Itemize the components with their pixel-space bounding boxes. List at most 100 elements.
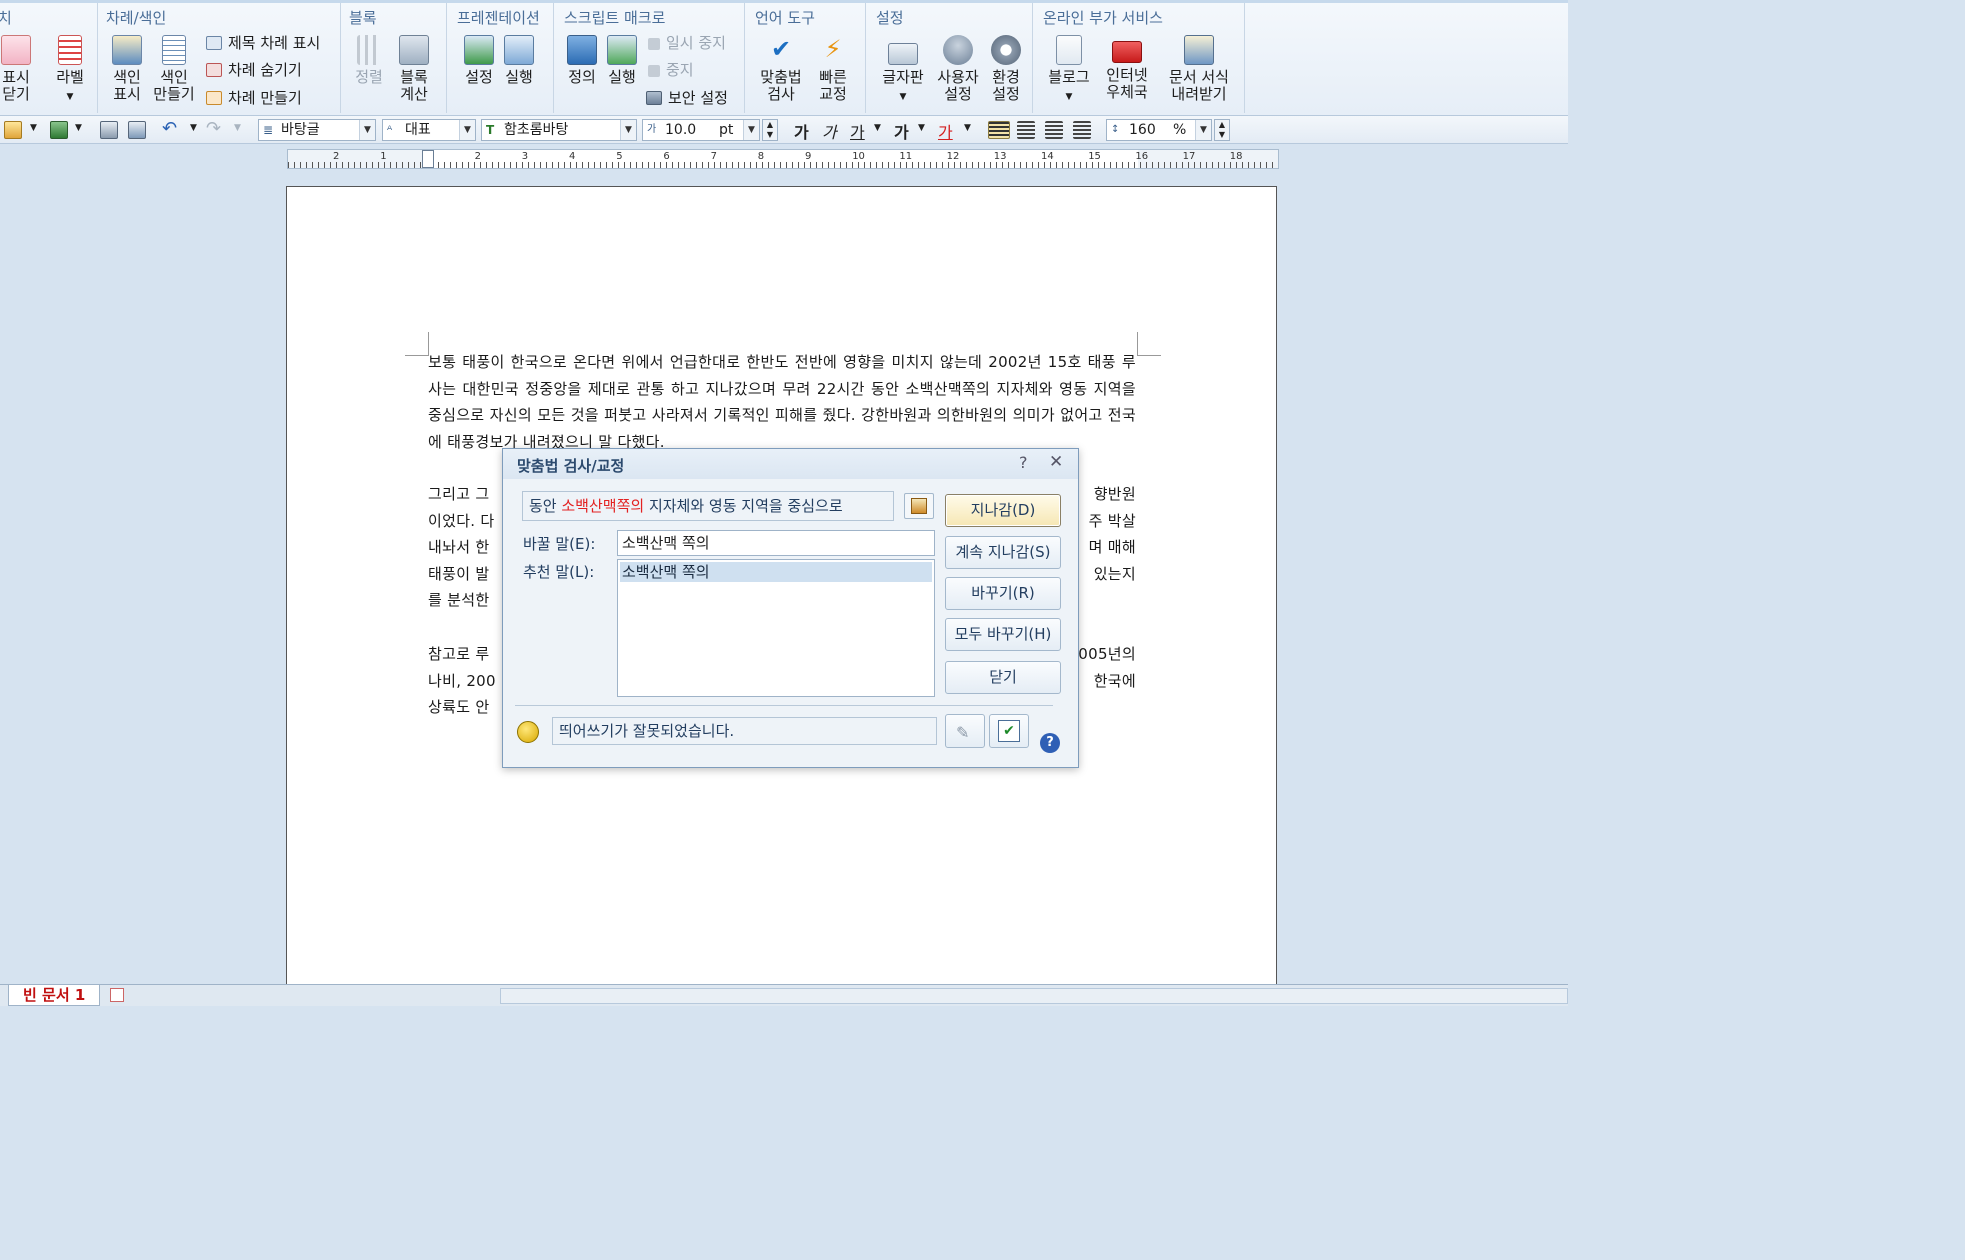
new-tab-button[interactable]: [100, 987, 134, 1004]
truetype-icon: T: [486, 123, 495, 137]
suggestion-list[interactable]: 소백산맥 쪽의: [617, 559, 935, 697]
print-icon[interactable]: [100, 121, 118, 139]
chevron-down-icon[interactable]: ▼: [620, 120, 636, 140]
chevron-down-icon[interactable]: ▼: [30, 123, 37, 133]
toc-make-icon: [206, 91, 222, 105]
strikethrough-button[interactable]: 가: [894, 119, 909, 143]
toc-hide-button[interactable]: 차례 숨기기: [206, 61, 302, 79]
ruler-ticks: [288, 162, 1278, 168]
align-left-icon[interactable]: [1017, 121, 1035, 139]
macro-stop-button[interactable]: 중지: [648, 61, 694, 79]
quick-correct-button[interactable]: ⚡ 빠른 교정: [809, 35, 857, 103]
save-icon[interactable]: [50, 121, 68, 139]
label-line1: 라벨: [56, 68, 84, 86]
toc-make-button[interactable]: 차례 만들기: [206, 89, 302, 107]
italic-button[interactable]: 가: [822, 119, 837, 143]
chevron-down-icon[interactable]: ▼: [75, 123, 82, 133]
index-make-icon: [162, 35, 186, 65]
replace-label: 바꿀 말(E):: [523, 535, 596, 553]
chevron-down-icon[interactable]: ▼: [1195, 120, 1211, 140]
help-badge-icon[interactable]: ?: [1040, 733, 1060, 753]
keyboard-button[interactable]: 글자판 ▼: [878, 35, 928, 106]
chevron-down-icon[interactable]: ▼: [964, 123, 971, 133]
quick-correct-line2: 교정: [819, 85, 847, 103]
redo-icon[interactable]: ↷: [206, 118, 221, 139]
align-justify-icon[interactable]: [988, 121, 1010, 139]
horizontal-scrollbar[interactable]: [500, 988, 1568, 1004]
ruler-label: 2: [333, 151, 340, 162]
index-make-button[interactable]: 색인 만들기: [150, 35, 198, 103]
replace-input[interactable]: 소백산맥 쪽의: [617, 530, 935, 556]
macro-run-button[interactable]: 실행: [604, 35, 640, 86]
font-combo[interactable]: T 함초롬바탕 ▼: [481, 119, 637, 141]
preview-icon[interactable]: [128, 121, 146, 139]
macro-define-button[interactable]: 정의: [564, 35, 600, 86]
format-toolbar: ▼ ▼ ↶ ▼ ↷ ▼ ≣ 바탕글 ▼ ᴬ 대표 ▼ T 함초롬바탕 ▼ 가 1…: [0, 116, 1568, 144]
bold-button[interactable]: 가: [794, 119, 809, 143]
document-tab[interactable]: 빈 문서 1: [8, 985, 101, 1006]
replace-all-button[interactable]: 모두 바꾸기(H): [945, 618, 1061, 651]
font-size-combo[interactable]: 가 10.0 pt ▼: [642, 119, 760, 141]
align-center-icon[interactable]: [1045, 121, 1063, 139]
ruler-label: 6: [663, 151, 670, 162]
open-folder-icon[interactable]: [4, 121, 22, 139]
font-color-button[interactable]: 가: [938, 119, 953, 143]
spell-check-button[interactable]: ✔ 맞춤법 검사: [755, 35, 807, 103]
ruler-label: 7: [710, 151, 717, 162]
group-title: 프레젠테이션: [457, 9, 540, 27]
index-make-line2: 만들기: [153, 85, 195, 103]
undo-icon[interactable]: ↶: [162, 118, 177, 139]
chevron-down-icon[interactable]: ▼: [190, 123, 197, 133]
block-calc-button[interactable]: 블록 계산: [391, 35, 437, 103]
line-spacing-combo[interactable]: ↕ 160 % ▼: [1106, 119, 1212, 141]
index-show-button[interactable]: 색인 표시: [106, 35, 148, 103]
paragraph-1[interactable]: 보통 태풍이 한국으로 온다면 위에서 언급한대로 한반도 전반에 영향을 미치…: [428, 349, 1136, 455]
chevron-down-icon[interactable]: ▼: [234, 123, 241, 133]
list-item[interactable]: 소백산맥 쪽의: [620, 562, 932, 582]
dictionary-button[interactable]: [904, 493, 934, 519]
horizontal-ruler[interactable]: 21123456789101112131415161718: [287, 149, 1279, 169]
show-hide-button[interactable]: 표시 닫기: [0, 35, 34, 103]
dialog-titlebar[interactable]: 맞춤법 검사/교정 ? ✕: [503, 449, 1078, 479]
macro-security-button[interactable]: 보안 설정: [646, 89, 728, 107]
indent-marker[interactable]: [422, 150, 434, 168]
language-combo[interactable]: ᴬ 대표 ▼: [382, 119, 476, 141]
block-sort-button[interactable]: 정렬: [349, 35, 389, 86]
font-size-spinner[interactable]: ▲ ▼: [762, 119, 778, 141]
presentation-setup-button[interactable]: 설정: [459, 35, 499, 86]
line-spacing-spinner[interactable]: ▲ ▼: [1214, 119, 1230, 141]
templates-icon: [1184, 35, 1214, 65]
label-button[interactable]: 라벨 ▼: [50, 35, 90, 106]
macro-pause-button[interactable]: 일시 중지: [648, 34, 726, 52]
replace-button[interactable]: 바꾸기(R): [945, 577, 1061, 610]
close-icon[interactable]: ✕: [1049, 452, 1063, 472]
chevron-down-icon[interactable]: ▼: [459, 120, 475, 140]
block-calc-line1: 블록: [400, 68, 428, 86]
spell-check-line1: 맞춤법: [760, 68, 802, 86]
skip-button[interactable]: 지나감(D): [945, 494, 1061, 527]
env-settings-line1: 환경: [992, 68, 1020, 86]
presentation-run-button[interactable]: 실행: [499, 35, 539, 86]
toc-title-show-button[interactable]: 제목 차례 표시: [206, 34, 320, 52]
align-right-icon[interactable]: [1073, 121, 1091, 139]
skip-all-button[interactable]: 계속 지나감(S): [945, 536, 1061, 569]
ruler-label: 13: [993, 151, 1007, 162]
chevron-down-icon[interactable]: ▼: [918, 123, 925, 133]
env-settings-button[interactable]: 환경 설정: [984, 35, 1028, 103]
help-icon[interactable]: ?: [1019, 453, 1028, 472]
internet-post-button[interactable]: 인터넷 우체국: [1099, 35, 1155, 101]
dictionary-edit-button[interactable]: ✎: [945, 714, 985, 748]
underline-button[interactable]: 가: [850, 119, 865, 143]
blog-button[interactable]: 블로그 ▼: [1045, 35, 1093, 106]
options-button[interactable]: ✔: [989, 714, 1029, 748]
chevron-down-icon[interactable]: ▼: [874, 123, 881, 133]
chevron-down-icon[interactable]: ▼: [359, 120, 375, 140]
doc-templates-button[interactable]: 문서 서식 내려받기: [1167, 35, 1231, 103]
dictionary-icon: [911, 498, 927, 514]
style-combo[interactable]: ≣ 바탕글 ▼: [258, 119, 376, 141]
user-settings-button[interactable]: 사용자 설정: [934, 35, 982, 103]
group-title: 온라인 부가 서비스: [1043, 9, 1163, 27]
close-button[interactable]: 닫기: [945, 661, 1061, 694]
user-settings-line2: 설정: [944, 85, 972, 103]
chevron-down-icon[interactable]: ▼: [743, 120, 759, 140]
